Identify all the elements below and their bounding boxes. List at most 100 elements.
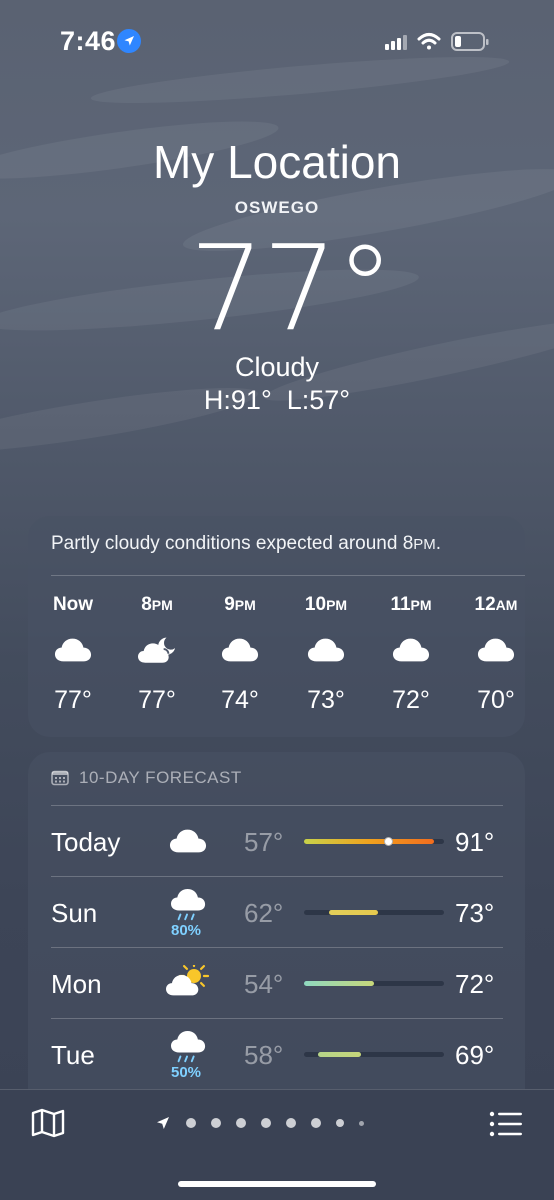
home-indicator <box>178 1181 376 1187</box>
page-dot[interactable] <box>186 1118 196 1128</box>
cloud-rain-icon <box>166 1031 210 1067</box>
cloud-icon <box>166 828 210 864</box>
cloud-sun-icon <box>166 965 210 1001</box>
cloud-icon <box>392 638 430 662</box>
high-low-temperature: H:91° L:57° <box>203 385 351 415</box>
forecast-header: 10-DAY FORECAST <box>51 767 242 789</box>
day-name: Tue <box>51 1040 95 1070</box>
map-button[interactable] <box>30 1108 66 1138</box>
current-condition: Cloudy <box>234 352 320 382</box>
location-header: My Location OSWEGO 77° Cloudy H:91° L:57… <box>0 130 554 416</box>
page-dot[interactable] <box>311 1118 321 1128</box>
hourly-item: 12AM 70° <box>456 594 525 715</box>
hour-label: Now <box>52 594 94 615</box>
temperature-range-fill <box>329 910 379 915</box>
forecast-day-row[interactable]: Mon 54° 72° <box>28 948 525 1018</box>
current-temperature-marker <box>384 837 393 846</box>
location-arrow-icon <box>117 29 141 53</box>
location-subtitle: OSWEGO <box>234 198 320 217</box>
day-low-temperature: 58° <box>244 1040 284 1070</box>
hour-temperature: 72° <box>392 686 430 714</box>
hour-label: 12AM <box>474 594 518 615</box>
cloud-icon <box>286 632 366 668</box>
status-time: 7:46 <box>60 26 117 56</box>
cloud-icon <box>54 638 92 662</box>
precipitation-chance: 80% <box>170 922 202 939</box>
hourly-item: Now 77° <box>33 594 113 715</box>
cloud-icon <box>33 632 113 668</box>
location-list-button[interactable] <box>489 1110 523 1138</box>
hour-label: 11PM <box>390 594 432 615</box>
cellular-signal-icon <box>385 35 407 50</box>
hour-temperature: 74° <box>221 686 259 714</box>
status-icons <box>364 30 514 54</box>
hour-temperature: 73° <box>307 686 345 714</box>
current-temperature: 77° <box>189 219 394 357</box>
hour-temperature: 77° <box>138 686 176 714</box>
hourly-item: 8PM 77° <box>117 594 197 715</box>
hourly-item: 11PM 72° <box>371 594 451 715</box>
battery-low-icon <box>451 32 489 51</box>
cloud-icon <box>456 632 525 668</box>
hourly-summary: Partly cloudy conditions expected around… <box>51 533 442 554</box>
day-high-temperature: 69° <box>455 1040 495 1070</box>
wifi-icon <box>417 33 441 50</box>
ten-day-forecast-card[interactable]: 10-DAY FORECAST Today 57° 91° Sun 80% 62° 73°… <box>28 752 525 1092</box>
day-low-temperature: 62° <box>244 898 284 928</box>
hourly-forecast-card[interactable]: Partly cloudy conditions expected around… <box>28 516 525 737</box>
cloud-rain-icon <box>171 889 206 921</box>
cloud-moon-icon <box>138 637 176 663</box>
temperature-range-bar <box>304 837 444 846</box>
hour-temperature: 70° <box>477 686 515 714</box>
page-dot[interactable] <box>286 1118 296 1128</box>
bottom-toolbar <box>0 1089 554 1200</box>
page-dot[interactable] <box>359 1120 364 1126</box>
map-icon <box>31 1108 65 1138</box>
page-dot[interactable] <box>211 1118 221 1128</box>
cloud-icon <box>169 829 207 853</box>
list-icon <box>489 1111 522 1137</box>
hour-temperature: 77° <box>54 686 92 714</box>
page-indicator[interactable] <box>155 1112 379 1134</box>
calendar-icon <box>51 770 69 786</box>
day-high-temperature: 73° <box>455 898 495 928</box>
current-location-page-icon <box>157 1117 169 1129</box>
hour-label: 9PM <box>224 594 256 615</box>
day-name: Sun <box>51 898 98 928</box>
temperature-range-fill <box>304 839 435 844</box>
temperature-range-bar <box>304 1052 444 1057</box>
cloud-rain-icon <box>166 889 210 925</box>
temperature-range-fill <box>318 1052 362 1057</box>
hour-label: 10PM <box>304 594 348 615</box>
status-bar: 7:46 <box>0 0 554 80</box>
cloud-moon-icon <box>117 632 197 668</box>
location-title: My Location <box>152 136 401 188</box>
hourly-item: 10PM 73° <box>286 594 366 715</box>
cloud-icon <box>371 632 451 668</box>
cloud-icon <box>307 638 345 662</box>
temperature-range-bar <box>304 981 444 986</box>
forecast-day-row[interactable]: Sun 80% 62° 73° <box>28 877 525 947</box>
hour-label: 8PM <box>141 594 173 615</box>
cloud-icon <box>221 638 259 662</box>
day-low-temperature: 57° <box>244 827 284 857</box>
hourly-item: 9PM 74° <box>200 594 280 715</box>
temperature-range-bar <box>304 910 444 915</box>
day-high-temperature: 91° <box>455 827 495 857</box>
cloud-icon <box>477 638 515 662</box>
temperature-range-fill <box>304 981 374 986</box>
page-dot[interactable] <box>261 1118 271 1128</box>
page-dot[interactable] <box>236 1118 246 1128</box>
forecast-header-label: 10-DAY FORECAST <box>79 768 242 787</box>
day-low-temperature: 54° <box>244 969 284 999</box>
page-dot[interactable] <box>336 1119 344 1127</box>
forecast-day-row[interactable]: Tue 50% 58° 69° <box>28 1019 525 1089</box>
precipitation-chance: 50% <box>170 1064 202 1081</box>
cloud-sun-icon <box>166 965 210 996</box>
day-high-temperature: 72° <box>455 969 495 999</box>
cloud-rain-icon <box>171 1031 206 1063</box>
day-name: Today <box>51 827 121 857</box>
cloud-icon <box>200 632 280 668</box>
day-name: Mon <box>51 969 102 999</box>
forecast-day-row[interactable]: Today 57° 91° <box>28 806 525 876</box>
